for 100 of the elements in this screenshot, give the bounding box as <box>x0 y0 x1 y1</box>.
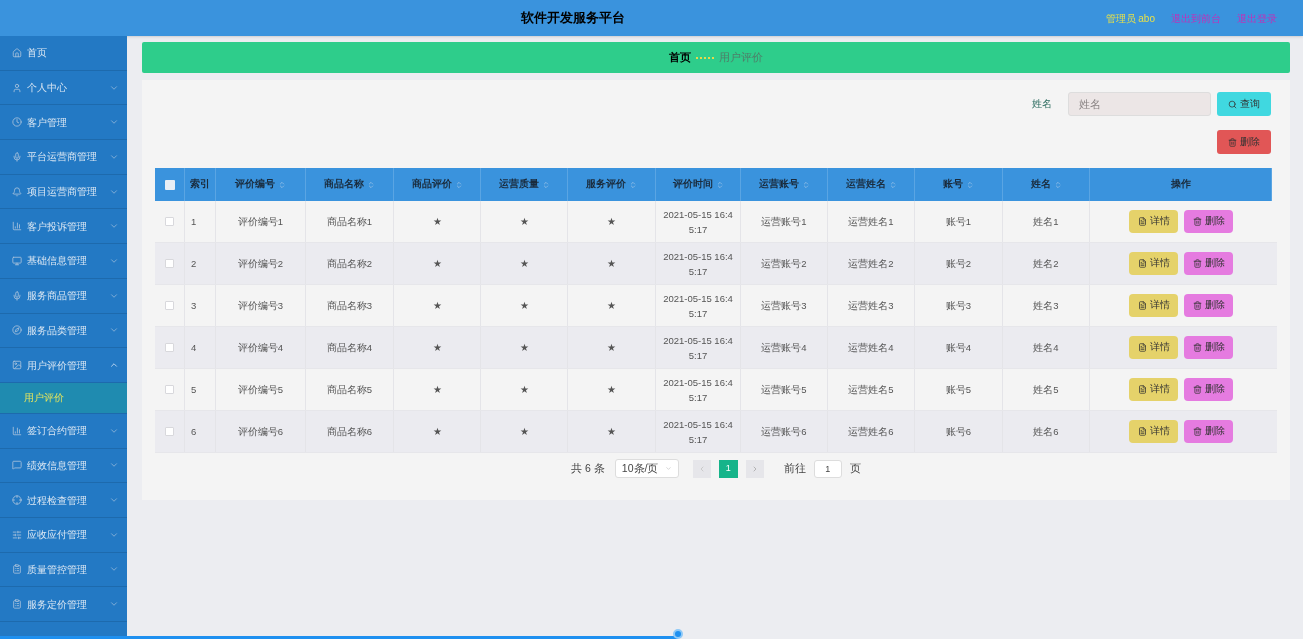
row-delete-button[interactable]: 删除 <box>1184 252 1233 275</box>
compass-icon <box>12 325 22 336</box>
chevron-down-icon <box>664 465 672 472</box>
sidebar-item[interactable]: 应收应付管理 <box>0 517 127 553</box>
microphone-icon <box>12 290 22 301</box>
sidebar-item[interactable]: 首页 <box>0 36 127 71</box>
trash-icon <box>1192 385 1202 394</box>
table-cell-text: ★ <box>607 299 616 313</box>
table-cell-text: 5 <box>191 383 197 397</box>
sidebar-item[interactable]: 绩效信息管理 <box>0 448 127 484</box>
video-progress-thumb[interactable] <box>672 629 683 639</box>
row-checkbox[interactable] <box>165 385 174 394</box>
column-header[interactable]: 运营姓名 <box>845 177 886 192</box>
previous-page-button[interactable] <box>692 459 711 478</box>
row-delete-button[interactable]: 删除 <box>1184 294 1233 317</box>
table-cell-text: 运营账号4 <box>761 341 807 355</box>
page-size-select[interactable]: 10条/页 <box>614 459 679 478</box>
table-cell-text: 2021-05-15 16:45:17 <box>662 207 734 237</box>
table-cell-text: 账号4 <box>945 341 972 355</box>
column-header[interactable]: 运营账号 <box>758 177 799 192</box>
column-header[interactable]: 服务评价 <box>586 177 626 192</box>
sidebar-item[interactable]: 质量管控管理 <box>0 552 127 588</box>
row-checkbox[interactable] <box>165 259 174 268</box>
column-header[interactable]: 商品名称 <box>324 177 364 192</box>
table-cell-text: 商品名称5 <box>326 383 373 397</box>
breadcrumb-link[interactable]: 首页 <box>669 49 691 66</box>
table-cell-text: ★ <box>607 215 616 229</box>
sort-icon[interactable] <box>1053 180 1062 189</box>
column-header[interactable]: 评价时间 <box>672 177 713 192</box>
column-header: 操作 <box>1170 177 1191 192</box>
table-cell-text: 3 <box>191 299 197 313</box>
sidebar-subitem[interactable]: 用户评价 <box>0 382 127 414</box>
clock-icon <box>12 117 22 128</box>
column-header[interactable]: 评价编号 <box>235 177 275 192</box>
sidebar-item[interactable]: 服务定价管理 <box>0 587 127 622</box>
sidebar-item[interactable]: 服务品类管理 <box>0 313 127 349</box>
sort-icon[interactable] <box>541 180 550 189</box>
details-button[interactable]: 详情 <box>1129 210 1178 233</box>
column-header[interactable]: 账号 <box>943 177 963 192</box>
sidebar-item[interactable]: 服务商品管理 <box>0 278 127 314</box>
page-number-field[interactable]: 1 <box>813 459 842 478</box>
next-page-button[interactable] <box>745 459 764 478</box>
document-icon <box>1137 217 1147 226</box>
table-cell-text: 2021-05-15 16:45:17 <box>662 417 734 447</box>
breadcrumb-link[interactable]: 用户评价 <box>719 49 763 66</box>
table-cell-text: 姓名4 <box>1033 341 1059 355</box>
details-button[interactable]: 详情 <box>1129 252 1178 275</box>
sort-icon[interactable] <box>801 180 810 189</box>
message-icon <box>12 460 22 471</box>
sidebar-item[interactable]: 用户评价管理 <box>0 348 127 383</box>
details-button[interactable]: 详情 <box>1129 378 1178 401</box>
row-delete-button[interactable]: 删除 <box>1184 210 1233 233</box>
table-cell-text: 商品名称2 <box>326 257 373 271</box>
table-cell-text: ★ <box>519 383 529 397</box>
sort-icon[interactable] <box>454 180 463 189</box>
sort-icon[interactable] <box>367 180 375 189</box>
table-cell-text: 姓名5 <box>1033 383 1059 397</box>
sidebar-item[interactable]: 签订合约管理 <box>0 413 127 449</box>
table-cell-text: ★ <box>432 215 442 229</box>
sidebar-item[interactable]: 客户投诉管理 <box>0 209 127 245</box>
details-button[interactable]: 详情 <box>1129 420 1178 443</box>
details-button[interactable]: 详情 <box>1129 294 1178 317</box>
page-suffix: 页 <box>849 460 861 476</box>
column-header[interactable]: 运营质量 <box>498 177 539 192</box>
document-icon <box>1137 301 1147 310</box>
row-checkbox[interactable] <box>165 427 174 436</box>
bar-chart-icon <box>12 425 22 436</box>
sidebar-item[interactable]: 客户管理 <box>0 105 127 141</box>
sidebar-item[interactable]: 平台运营商管理 <box>0 140 127 175</box>
sort-icon[interactable] <box>715 180 724 189</box>
table-cell-text: 运营账号6 <box>761 425 807 439</box>
sort-icon[interactable] <box>629 180 637 189</box>
crosshair-icon <box>12 495 22 506</box>
monitor-icon <box>12 255 22 266</box>
details-button[interactable]: 详情 <box>1129 336 1178 359</box>
table-cell-text: 4 <box>191 341 197 355</box>
sort-icon[interactable] <box>278 180 286 189</box>
breadcrumb-separator <box>696 56 714 59</box>
home-icon <box>12 47 22 58</box>
sidebar-item[interactable]: 基础信息管理 <box>0 244 127 279</box>
table-cell-text: 姓名6 <box>1033 425 1059 439</box>
column-header[interactable]: 姓名 <box>1030 177 1051 192</box>
row-checkbox[interactable] <box>165 343 174 352</box>
row-checkbox[interactable] <box>165 301 174 310</box>
row-delete-button[interactable]: 删除 <box>1184 336 1233 359</box>
sidebar-item[interactable]: 个人中心 <box>0 70 127 106</box>
column-header[interactable]: 商品评价 <box>411 177 452 192</box>
sidebar-item[interactable]: 项目运营商管理 <box>0 174 127 210</box>
search-button[interactable]: 查询 <box>1217 92 1271 116</box>
sort-icon[interactable] <box>966 180 974 189</box>
row-delete-button[interactable]: 删除 <box>1184 420 1233 443</box>
page-button[interactable]: 1 <box>718 459 738 478</box>
sort-icon[interactable] <box>888 180 897 189</box>
row-delete-button[interactable]: 删除 <box>1184 378 1233 401</box>
document-icon <box>1137 343 1147 352</box>
name-search-field[interactable]: 姓名 <box>1068 92 1211 116</box>
delete-button[interactable]: 删除 <box>1217 130 1271 154</box>
sidebar-item[interactable]: 过程检查管理 <box>0 483 127 518</box>
row-checkbox[interactable] <box>165 217 174 226</box>
select-all-checkbox[interactable] <box>164 179 175 190</box>
